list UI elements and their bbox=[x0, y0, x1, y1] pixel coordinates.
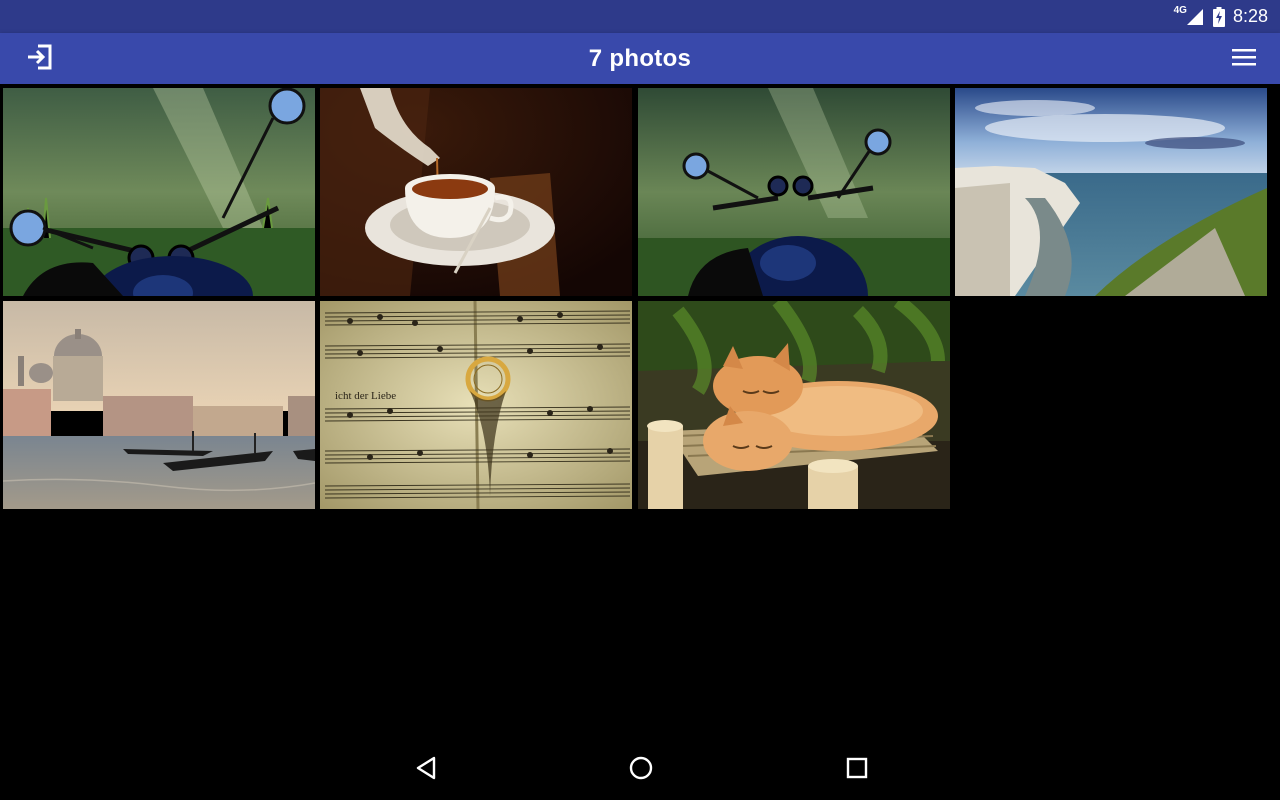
back-button[interactable] bbox=[402, 750, 450, 790]
recents-icon bbox=[845, 756, 869, 785]
home-button[interactable] bbox=[617, 750, 665, 790]
clock: 8:28 bbox=[1232, 6, 1268, 26]
status-bar: 4G 8:28 bbox=[0, 0, 1280, 33]
photo-thumbnail-venice-gondolas[interactable] bbox=[3, 301, 315, 509]
page-title: 7 photos bbox=[588, 44, 692, 72]
photo-thumbnail-sleeping-kittens[interactable] bbox=[638, 301, 950, 509]
svg-text:icht der Liebe: icht der Liebe bbox=[335, 390, 396, 402]
recents-button[interactable] bbox=[833, 750, 881, 790]
signal-icon bbox=[1185, 8, 1205, 26]
back-icon bbox=[413, 755, 439, 786]
menu-button[interactable] bbox=[1224, 41, 1264, 77]
photo-thumbnail-motorcycle[interactable] bbox=[3, 88, 315, 296]
photo-thumbnail-teacup[interactable] bbox=[320, 88, 632, 296]
photo-thumbnail-motorcycle-2[interactable] bbox=[638, 88, 950, 296]
photo-thumbnail-sheet-music-ring[interactable]: icht der Liebe bbox=[320, 301, 632, 509]
exit-button[interactable] bbox=[20, 41, 60, 77]
app-bar: 7 photos bbox=[0, 33, 1280, 84]
navigation-bar bbox=[0, 738, 1280, 800]
exit-icon bbox=[26, 43, 54, 76]
battery-charging-icon bbox=[1212, 6, 1225, 27]
home-icon bbox=[628, 755, 654, 786]
photo-thumbnail-cliffs-seascape[interactable] bbox=[955, 88, 1267, 296]
hamburger-menu-icon bbox=[1232, 48, 1256, 71]
network-type: 4G bbox=[1173, 5, 1187, 16]
